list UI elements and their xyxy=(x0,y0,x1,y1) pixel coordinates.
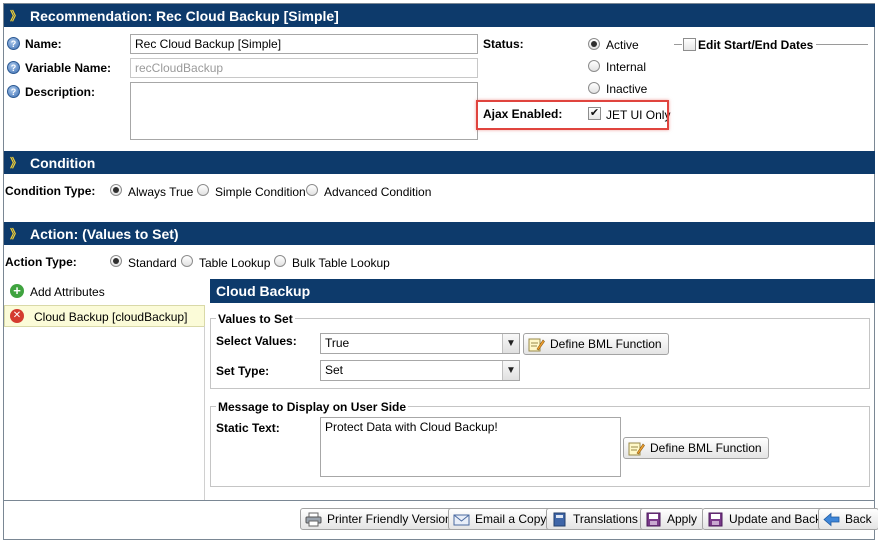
action-bulk-table-lookup-radio[interactable] xyxy=(274,255,286,267)
status-active-radio[interactable] xyxy=(588,38,600,50)
list-divider xyxy=(204,326,205,500)
recommendation-header: 》 Recommendation: Rec Cloud Backup [Simp… xyxy=(4,4,875,27)
collapse-chevron-icon[interactable]: 》 xyxy=(10,157,22,169)
action-table-lookup-label: Table Lookup xyxy=(199,256,271,270)
define-bml-label: Define BML Function xyxy=(550,337,662,351)
condition-header: 》 Condition xyxy=(4,151,875,174)
help-icon[interactable]: ? xyxy=(7,85,20,98)
apply-button[interactable]: Apply xyxy=(640,508,705,530)
chevron-down-icon: ▼ xyxy=(502,361,519,380)
condition-simple-label: Simple Condition xyxy=(215,185,306,199)
description-label: Description: xyxy=(25,85,96,99)
book-icon xyxy=(551,512,568,527)
edit-dates-checkbox[interactable] xyxy=(683,38,696,51)
printer-friendly-label: Printer Friendly Version xyxy=(327,512,452,526)
printer-icon xyxy=(305,512,322,527)
select-values-value: True xyxy=(325,336,350,350)
define-bml-button[interactable]: Define BML Function xyxy=(623,437,769,459)
status-active-label: Active xyxy=(606,38,639,52)
select-values-label: Select Values: xyxy=(216,334,297,348)
action-bulk-table-lookup-label: Bulk Table Lookup xyxy=(292,256,390,270)
message-legend: Message to Display on User Side xyxy=(216,400,409,414)
edit-dates-label[interactable]: Edit Start/End Dates xyxy=(698,38,813,52)
define-bml-button[interactable]: Define BML Function xyxy=(523,333,669,355)
condition-type-label: Condition Type: xyxy=(5,184,96,198)
add-icon: + xyxy=(10,284,24,298)
action-type-label: Action Type: xyxy=(5,255,77,269)
action-standard-label: Standard xyxy=(128,256,177,270)
fieldset-line xyxy=(674,44,682,45)
email-copy-label: Email a Copy xyxy=(475,512,547,526)
highlight-box xyxy=(476,100,669,130)
back-label: Back xyxy=(845,512,872,526)
select-values-dropdown[interactable]: True ▼ xyxy=(320,333,520,354)
add-attributes-label: Add Attributes xyxy=(30,285,105,299)
collapse-chevron-icon[interactable]: 》 xyxy=(10,228,22,240)
back-button[interactable]: Back xyxy=(818,508,878,530)
name-label: Name: xyxy=(25,37,62,51)
chevron-down-icon: ▼ xyxy=(502,334,519,353)
email-copy-button[interactable]: Email a Copy xyxy=(448,508,554,530)
action-title: Action: (Values to Set) xyxy=(30,225,179,242)
condition-title: Condition xyxy=(30,154,96,171)
add-attributes-link[interactable]: + Add Attributes xyxy=(10,283,170,301)
email-icon xyxy=(453,512,470,527)
status-inactive-label: Inactive xyxy=(606,82,648,96)
set-type-dropdown[interactable]: Set ▼ xyxy=(320,360,520,381)
define-bml-label: Define BML Function xyxy=(650,441,762,455)
fieldset-line xyxy=(816,44,868,45)
printer-friendly-button[interactable]: Printer Friendly Version xyxy=(300,508,459,530)
action-standard-radio[interactable] xyxy=(110,255,122,267)
apply-label: Apply xyxy=(667,512,698,526)
condition-advanced-label: Advanced Condition xyxy=(324,185,432,199)
back-arrow-icon xyxy=(823,512,840,527)
condition-always-true-label: Always True xyxy=(128,185,194,199)
variable-name-input: recCloudBackup xyxy=(130,58,478,78)
save-icon xyxy=(645,512,662,527)
action-header: 》 Action: (Values to Set) xyxy=(4,222,875,245)
static-text-label: Static Text: xyxy=(216,421,280,435)
condition-simple-radio[interactable] xyxy=(197,184,209,196)
edit-script-icon xyxy=(628,441,645,456)
attribute-list-item[interactable]: ✕ Cloud Backup [cloudBackup] xyxy=(4,305,205,327)
status-internal-label: Internal xyxy=(606,60,647,74)
save-icon xyxy=(707,512,724,527)
edit-script-icon xyxy=(528,337,545,352)
name-input[interactable]: Rec Cloud Backup [Simple] xyxy=(130,34,478,54)
update-and-back-button[interactable]: Update and Back xyxy=(702,508,829,530)
description-textarea[interactable] xyxy=(130,82,478,140)
remove-icon[interactable]: ✕ xyxy=(10,309,24,323)
status-inactive-radio[interactable] xyxy=(588,82,600,94)
help-icon[interactable]: ? xyxy=(7,61,20,74)
footer-divider xyxy=(4,500,875,501)
collapse-chevron-icon[interactable]: 》 xyxy=(10,10,22,22)
help-icon[interactable]: ? xyxy=(7,37,20,50)
recommendation-title: Recommendation: Rec Cloud Backup [Simple… xyxy=(30,7,339,24)
status-label: Status: xyxy=(483,37,524,51)
condition-advanced-radio[interactable] xyxy=(306,184,318,196)
translations-label: Translations xyxy=(573,512,638,526)
action-table-lookup-radio[interactable] xyxy=(181,255,193,267)
status-internal-radio[interactable] xyxy=(588,60,600,72)
set-type-label: Set Type: xyxy=(216,364,270,378)
attribute-item-label: Cloud Backup [cloudBackup] xyxy=(34,310,188,324)
static-text-textarea[interactable]: Protect Data with Cloud Backup! xyxy=(320,417,621,477)
values-to-set-legend: Values to Set xyxy=(216,312,295,326)
detail-title: Cloud Backup xyxy=(216,283,311,299)
variable-name-label: Variable Name: xyxy=(25,61,112,75)
condition-always-true-radio[interactable] xyxy=(110,184,122,196)
set-type-value: Set xyxy=(325,363,344,377)
update-and-back-label: Update and Back xyxy=(729,512,822,526)
detail-header: Cloud Backup xyxy=(210,279,875,303)
translations-button[interactable]: Translations xyxy=(546,508,645,530)
